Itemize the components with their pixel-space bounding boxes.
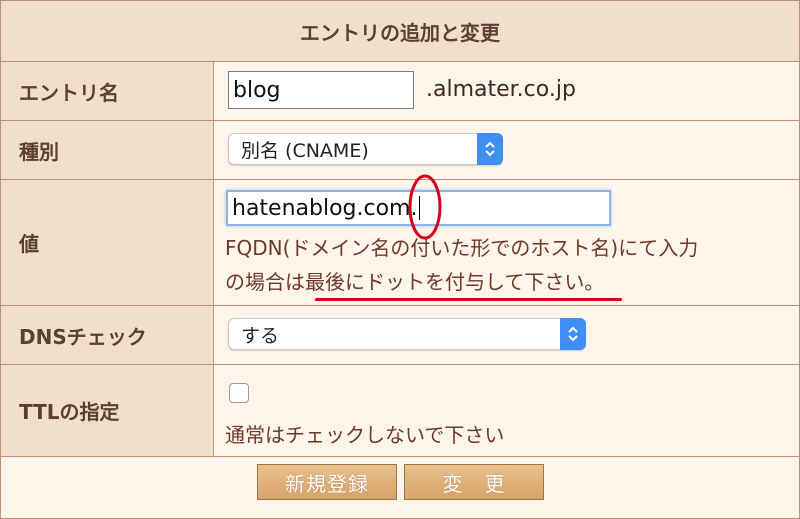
entry-name-cell: blog .almater.co.jp: [215, 62, 799, 120]
register-button[interactable]: 新規登録: [257, 464, 397, 500]
domain-suffix: .almater.co.jp: [426, 77, 576, 102]
row-entry-name: エントリ名 blog .almater.co.jp: [1, 62, 799, 121]
chevron-updown-icon: [477, 133, 503, 165]
row-type: 種別 別名 (CNAME): [1, 121, 799, 180]
value-input-text: hatenablog.com.: [232, 195, 418, 221]
ttl-note: 通常はチェックしないで下さい: [225, 423, 505, 447]
entry-name-label: エントリ名: [1, 62, 214, 120]
value-help-line2: の場合は最後にドットを付与して下さい。: [225, 266, 604, 298]
type-select[interactable]: 別名 (CNAME): [228, 133, 503, 165]
type-label: 種別: [1, 121, 214, 179]
value-help-line1: FQDN(ドメイン名の付いた形でのホスト名)にて入力: [225, 236, 699, 260]
row-value: 値 hatenablog.com. FQDN(ドメイン名の付いた形でのホスト名)…: [1, 174, 799, 306]
red-underline-annotation: [315, 298, 622, 301]
value-label: 値: [1, 180, 214, 305]
type-cell: 別名 (CNAME): [215, 121, 799, 179]
change-button[interactable]: 変 更: [404, 464, 544, 500]
dns-entry-form: エントリの追加と変更 エントリ名 blog .almater.co.jp 種別 …: [0, 0, 800, 519]
value-cell: hatenablog.com. FQDN(ドメイン名の付いた形でのホスト名)にて…: [215, 174, 799, 305]
ttl-label: TTLの指定: [1, 365, 214, 456]
type-selected-value: 別名 (CNAME): [241, 139, 369, 162]
dns-check-selected-value: する: [241, 324, 280, 347]
ttl-checkbox[interactable]: [229, 383, 249, 403]
dns-check-label: DNSチェック: [1, 306, 214, 364]
dns-check-select[interactable]: する: [228, 318, 586, 350]
entry-name-input[interactable]: blog: [228, 71, 414, 109]
value-help-emphasis: 最後にドットを付与して下さい。: [305, 270, 605, 294]
dns-check-cell: する: [215, 306, 799, 364]
row-dns-check: DNSチェック する: [1, 306, 799, 365]
chevron-updown-icon: [560, 318, 586, 350]
button-bar: 新規登録 変 更: [1, 457, 799, 518]
value-help-prefix: の場合は: [225, 270, 305, 294]
ttl-cell: 通常はチェックしないで下さい: [215, 365, 799, 456]
form-title: エントリの追加と変更: [1, 1, 799, 62]
row-ttl: TTLの指定 通常はチェックしないで下さい: [1, 365, 799, 457]
